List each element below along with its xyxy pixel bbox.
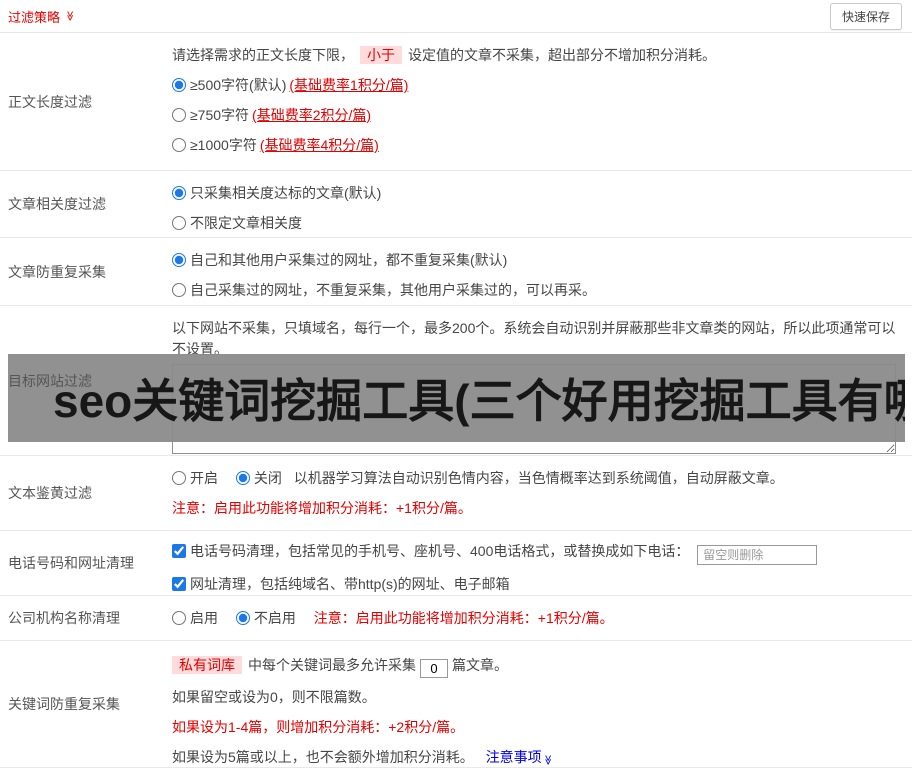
keyword-note-five: 如果设为5篇或以上，也不会额外增加积分消耗。 注意事项≫ bbox=[172, 747, 904, 768]
radio-option-relevance-any[interactable]: 不限定文章相关度 bbox=[172, 213, 904, 234]
row-keyword-dedup: 关键词防重复采集 私有词库中每个关键词最多允许采集 篇文章。 如果留空或设为0，则… bbox=[0, 641, 912, 768]
row-phone-url-cleanup: 电话号码和网址清理 电话号码清理，包括常见的手机号、座机号、400电话格式，或替… bbox=[0, 531, 912, 596]
keyword-note-zero: 如果留空或设为0，则不限篇数。 bbox=[172, 689, 376, 705]
row-body-length: 正文长度过滤 请选择需求的正文长度下限， 小于 设定值的文章不采集，超出部分不增加积… bbox=[0, 33, 912, 171]
radio-dedup-own[interactable] bbox=[172, 283, 186, 297]
notice-link[interactable]: 注意事项≫ bbox=[485, 749, 553, 766]
chevron-down-icon: ≫ bbox=[541, 754, 553, 766]
row-company-cleanup: 公司机构名称清理 启用 不启用 注意：启用此功能将增加积分消耗：+1积分/篇。 bbox=[0, 596, 912, 641]
keyword-limit-line: 私有词库中每个关键词最多允许采集 篇文章。 bbox=[172, 655, 904, 678]
radio-option-750[interactable]: ≥750字符 (基础费率2积分/篇) bbox=[172, 105, 904, 126]
row-content: 开启 关闭 以机器学习算法自动识别色情内容，当色情概率达到系统阈值，自动屏蔽文章… bbox=[172, 456, 912, 530]
row-label: 公司机构名称清理 bbox=[8, 610, 120, 626]
radio-company-on[interactable] bbox=[172, 611, 186, 625]
keyword-limit-input[interactable] bbox=[420, 659, 448, 678]
row-porn-filter: 文本鉴黄过滤 开启 关闭 以机器学习算法自动识别色情内容，当色情概率达到系统阈值… bbox=[0, 456, 912, 531]
row-content: 自己和其他用户采集过的网址，都不重复采集(默认) 自己采集过的网址，不重复采集，… bbox=[172, 238, 912, 305]
option-label: 开启 bbox=[190, 470, 218, 486]
checkbox-option-url[interactable]: 网址清理，包括纯域名、带http(s)的网址、电子邮箱 bbox=[172, 576, 510, 592]
option-label: 只采集相关度达标的文章(默认) bbox=[190, 185, 382, 201]
intro-post: 设定值的文章不采集，超出部分不增加积分消耗。 bbox=[408, 47, 716, 63]
radio-option-relevance-default[interactable]: 只采集相关度达标的文章(默认) bbox=[172, 183, 904, 204]
row-content: 请选择需求的正文长度下限， 小于 设定值的文章不采集，超出部分不增加积分消耗。 ≥5… bbox=[172, 33, 912, 170]
topbar: 过滤策略 ≫ 快速保存 bbox=[0, 0, 912, 33]
row-relevance: 文章相关度过滤 只采集相关度达标的文章(默认) 不限定文章相关度 bbox=[0, 171, 912, 238]
option-label: 不限定文章相关度 bbox=[190, 215, 302, 231]
radio-option-1000[interactable]: ≥1000字符 (基础费率4积分/篇) bbox=[172, 135, 904, 156]
fee-label: (基础费率2积分/篇) bbox=[252, 107, 372, 123]
radio-option-porn-on[interactable]: 开启 bbox=[172, 470, 222, 486]
fee-label: (基础费率4积分/篇) bbox=[259, 137, 379, 153]
radio-relevance-default[interactable] bbox=[172, 186, 186, 200]
row-label: 文章相关度过滤 bbox=[8, 196, 106, 212]
porn-desc: 以机器学习算法自动识别色情内容，当色情概率达到系统阈值，自动屏蔽文章。 bbox=[293, 470, 784, 486]
radio-1000[interactable] bbox=[172, 138, 186, 152]
limit-text: 中每个关键词最多允许采集 bbox=[248, 657, 416, 673]
radio-option-dedup-own[interactable]: 自己采集过的网址，不重复采集，其他用户采集过的，可以再采。 bbox=[172, 280, 904, 301]
row-dedup: 文章防重复采集 自己和其他用户采集过的网址，都不重复采集(默认) 自己采集过的网… bbox=[0, 238, 912, 306]
radio-option-company-off[interactable]: 不启用 bbox=[235, 610, 300, 626]
radio-500[interactable] bbox=[172, 78, 186, 92]
filter-settings-page: 过滤策略 ≫ 快速保存 正文长度过滤 请选择需求的正文长度下限， 小于 设定值的文章… bbox=[0, 0, 912, 768]
checkbox-phone-cleanup[interactable] bbox=[172, 544, 186, 558]
fee-label: (基础费率1积分/篇) bbox=[289, 77, 409, 93]
porn-options-line: 开启 关闭 以机器学习算法自动识别色情内容，当色情概率达到系统阈值，自动屏蔽文章… bbox=[172, 468, 904, 489]
keyword-note-fee: 如果设为1-4篇，则增加积分消耗：+2积分/篇。 bbox=[172, 719, 465, 735]
row-content: 只采集相关度达标的文章(默认) 不限定文章相关度 bbox=[172, 171, 912, 237]
filter-strategy-toggle[interactable]: 过滤策略 ≫ bbox=[8, 7, 76, 26]
quick-save-button[interactable]: 快速保存 bbox=[829, 2, 902, 30]
option-label: ≥1000字符 bbox=[190, 137, 257, 153]
option-label: ≥750字符 bbox=[190, 107, 250, 123]
option-label: 自己采集过的网址，不重复采集，其他用户采集过的，可以再采。 bbox=[190, 282, 596, 298]
note-text: 如果设为5篇或以上，也不会额外增加积分消耗。 bbox=[172, 749, 474, 765]
row-label: 文本鉴黄过滤 bbox=[8, 485, 92, 501]
row-content: 启用 不启用 注意：启用此功能将增加积分消耗：+1积分/篇。 bbox=[172, 596, 912, 640]
radio-porn-on[interactable] bbox=[172, 471, 186, 485]
row-label: 正文长度过滤 bbox=[8, 93, 92, 110]
company-options-line: 启用 不启用 注意：启用此功能将增加积分消耗：+1积分/篇。 bbox=[172, 608, 904, 629]
radio-option-dedup-all[interactable]: 自己和其他用户采集过的网址，都不重复采集(默认) bbox=[172, 250, 904, 271]
page-title: 过滤策略 bbox=[8, 9, 61, 25]
option-label: 关闭 bbox=[253, 470, 282, 486]
notice-link-label: 注意事项 bbox=[485, 749, 542, 765]
radio-relevance-any[interactable] bbox=[172, 216, 186, 230]
row-label: 电话号码和网址清理 bbox=[8, 555, 134, 571]
row-label: 关键词防重复采集 bbox=[8, 696, 120, 712]
radio-option-500[interactable]: ≥500字符(默认) (基础费率1积分/篇) bbox=[172, 75, 904, 96]
phone-cleanup-line: 电话号码清理，包括常见的手机号、座机号、400电话格式，或替换成如下电话： bbox=[172, 541, 904, 565]
chevron-down-icon: ≫ bbox=[64, 10, 76, 22]
url-cleanup-line: 网址清理，包括纯域名、带http(s)的网址、电子邮箱 bbox=[172, 574, 904, 595]
option-label: 不启用 bbox=[253, 610, 296, 626]
replacement-phone-input[interactable] bbox=[697, 545, 818, 565]
watermark-title: seo关键词挖掘工具(三个好用挖掘工具有哪 bbox=[53, 375, 905, 427]
radio-option-porn-off[interactable]: 关闭 bbox=[235, 470, 286, 486]
option-label: 电话号码清理，包括常见的手机号、座机号、400电话格式，或替换成如下电话： bbox=[190, 543, 690, 559]
company-note: 注意：启用此功能将增加积分消耗：+1积分/篇。 bbox=[313, 610, 614, 626]
length-intro: 请选择需求的正文长度下限， 小于 设定值的文章不采集，超出部分不增加积分消耗。 bbox=[172, 45, 904, 66]
intro-highlight: 小于 bbox=[360, 46, 402, 64]
radio-750[interactable] bbox=[172, 108, 186, 122]
radio-company-off[interactable] bbox=[235, 611, 250, 625]
checkbox-url-cleanup[interactable] bbox=[172, 577, 186, 591]
option-label: 启用 bbox=[190, 610, 218, 626]
limit-text-post: 篇文章。 bbox=[452, 657, 508, 673]
row-label: 文章防重复采集 bbox=[8, 263, 106, 280]
row-content: 私有词库中每个关键词最多允许采集 篇文章。 如果留空或设为0，则不限篇数。 如果设… bbox=[172, 641, 912, 767]
private-lexicon-highlight: 私有词库 bbox=[172, 656, 242, 674]
checkbox-option-phone[interactable]: 电话号码清理，包括常见的手机号、座机号、400电话格式，或替换成如下电话： bbox=[172, 543, 693, 559]
radio-option-company-on[interactable]: 启用 bbox=[172, 610, 222, 626]
option-label: 网址清理，包括纯域名、带http(s)的网址、电子邮箱 bbox=[190, 576, 510, 592]
row-content: 电话号码清理，包括常见的手机号、座机号、400电话格式，或替换成如下电话： 网址… bbox=[172, 531, 912, 595]
intro-pre: 请选择需求的正文长度下限， bbox=[172, 47, 354, 63]
porn-note: 注意：启用此功能将增加积分消耗：+1积分/篇。 bbox=[172, 500, 472, 516]
radio-porn-off[interactable] bbox=[235, 471, 250, 485]
option-label: ≥500字符(默认) bbox=[190, 77, 287, 93]
radio-dedup-all[interactable] bbox=[172, 253, 186, 267]
option-label: 自己和其他用户采集过的网址，都不重复采集(默认) bbox=[190, 252, 508, 268]
row-label: 目标网站过滤 bbox=[8, 372, 92, 389]
